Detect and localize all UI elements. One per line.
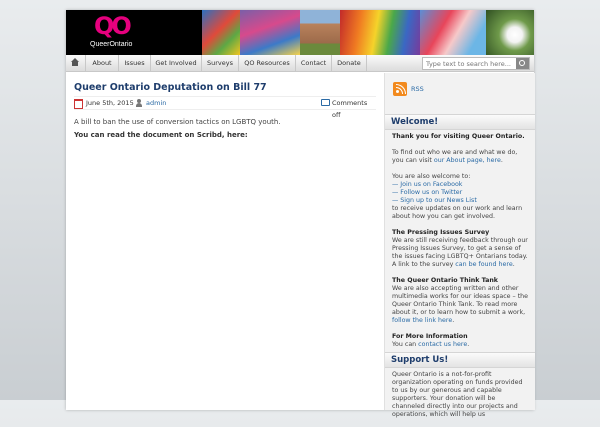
support-widget-header: Support Us! xyxy=(385,352,535,368)
search-icon xyxy=(519,60,525,66)
calendar-icon xyxy=(74,99,83,109)
post-scribd-text: You can read the document on Scribd, her… xyxy=(74,131,248,139)
nav-home[interactable] xyxy=(66,55,86,71)
welcome-title: Welcome! xyxy=(391,117,439,127)
site-header: QO QueerOntario xyxy=(66,10,534,55)
comment-icon xyxy=(321,99,330,106)
welcome-widget-body: Thank you for visiting Queer Ontario. To… xyxy=(392,133,530,348)
nav-item-surveys[interactable]: Surveys xyxy=(202,55,239,71)
nav-item-about[interactable]: About xyxy=(86,55,119,71)
support-title: Support Us! xyxy=(391,355,449,365)
header-photo-flag-hands xyxy=(420,10,486,55)
home-icon-base xyxy=(72,62,78,66)
header-photo-flower xyxy=(486,10,534,55)
user-icon xyxy=(136,99,142,107)
support-widget-body: Queer Ontario is a not-for-profit organi… xyxy=(392,371,530,427)
logo-text: QueerOntario xyxy=(90,41,133,48)
nav-item-contact[interactable]: Contact xyxy=(296,55,332,71)
nav-item-issues[interactable]: Issues xyxy=(119,55,151,71)
welcome-receive: to receive updates on our work and learn… xyxy=(392,205,523,220)
header-photo-parade xyxy=(240,10,300,55)
welcome-thanks: Thank you for visiting Queer Ontario. xyxy=(392,133,525,140)
rss-link[interactable]: RSS xyxy=(411,85,424,93)
contact-link[interactable]: contact us here xyxy=(418,341,467,348)
logo-mark: QO xyxy=(94,12,132,40)
nav-item-get-involved[interactable]: Get Involved xyxy=(151,55,202,71)
search-button[interactable] xyxy=(516,58,529,69)
post-excerpt: A bill to ban the use of conversion tact… xyxy=(74,118,281,126)
post-comments: Comments off xyxy=(332,99,368,119)
post-author-link[interactable]: admin xyxy=(146,97,166,109)
post-title[interactable]: Queer Ontario Deputation on Bill 77 xyxy=(74,82,376,94)
header-photo-rainbow-flag xyxy=(340,10,420,55)
main-nav: About Issues Get Involved Surveys QO Res… xyxy=(66,55,534,72)
welcome-also: You are also welcome to: xyxy=(392,173,471,180)
rss-icon[interactable] xyxy=(393,82,407,96)
post-date: June 5th, 2015 xyxy=(86,99,134,107)
twitter-link[interactable]: — Follow us on Twitter xyxy=(392,189,530,197)
sidebar: RSS Welcome! Thank you for visiting Quee… xyxy=(384,73,535,418)
info-text: You can xyxy=(392,341,419,348)
search-box xyxy=(422,57,530,70)
survey-link[interactable]: can be found here xyxy=(455,261,512,268)
welcome-widget-header: Welcome! xyxy=(385,114,535,130)
page: QO QueerOntario About Issues Get Involve… xyxy=(66,10,535,418)
post-meta: June 5th, 2015 admin Comments off xyxy=(74,96,376,119)
think-tank-text: We are also accepting written and other … xyxy=(392,285,529,316)
support-text: Queer Ontario is a not-for-profit organi… xyxy=(392,371,523,418)
survey-title: The Pressing Issues Survey xyxy=(392,229,490,236)
nav-item-qo-resources[interactable]: QO Resources xyxy=(239,55,296,71)
header-photo-legislature xyxy=(300,10,340,55)
news-list-link[interactable]: — Sign up to our News List xyxy=(392,197,530,205)
header-photo-gay-couple xyxy=(202,10,240,55)
think-tank-link[interactable]: follow the link here xyxy=(392,317,452,324)
nav-item-donate[interactable]: Donate xyxy=(332,55,367,71)
info-title: For More Information xyxy=(392,333,468,340)
facebook-link[interactable]: — Join us on Facebook xyxy=(392,181,530,189)
main-content: Queer Ontario Deputation on Bill 77 June… xyxy=(74,82,376,139)
think-tank-title: The Queer Ontario Think Tank xyxy=(392,277,498,284)
about-page-link[interactable]: our About page, here xyxy=(434,157,501,164)
site-logo[interactable]: QO QueerOntario xyxy=(66,10,202,55)
search-input[interactable] xyxy=(423,58,512,69)
